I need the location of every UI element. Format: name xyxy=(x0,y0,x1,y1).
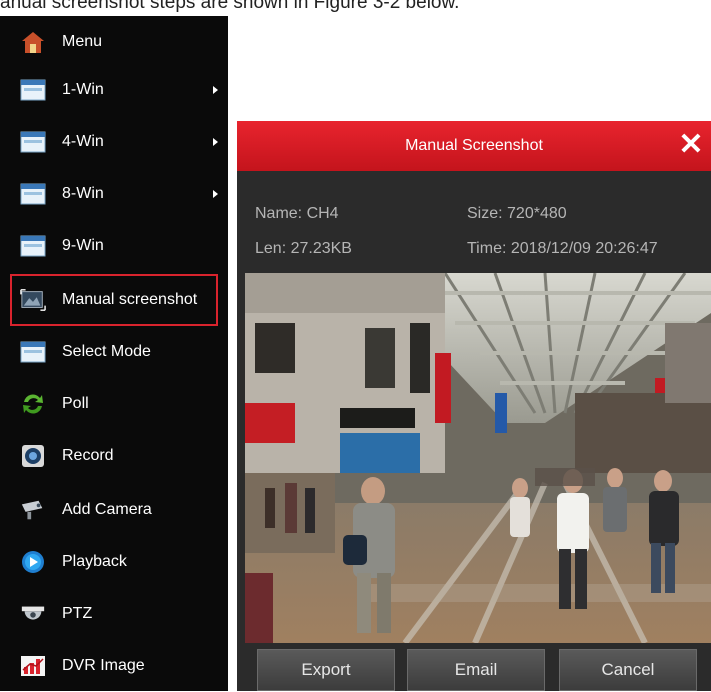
menu-item-dvr-image[interactable]: DVR Image xyxy=(0,640,228,692)
menu-item-4-win[interactable]: 4-Win xyxy=(0,116,228,168)
menu-item-add-camera[interactable]: Add Camera xyxy=(0,484,228,536)
camera-icon xyxy=(20,497,46,523)
capture-time: Time: 2018/12/09 20:26:47 xyxy=(467,240,658,257)
dialog-title: Manual Screenshot xyxy=(405,137,543,154)
manual-screenshot-dialog: Manual Screenshot ✕ Name: CH4 Size: 720*… xyxy=(237,121,711,691)
record-icon xyxy=(20,443,46,469)
menu-item-label: Select Mode xyxy=(62,343,151,360)
menu-item-label: Record xyxy=(62,447,114,464)
refresh-icon xyxy=(20,391,46,417)
menu-item-label: 4-Win xyxy=(62,133,104,150)
menu-item-manual-screenshot[interactable]: Manual screenshot xyxy=(10,274,218,326)
menu-item-label: Poll xyxy=(62,395,89,412)
menu-item-record[interactable]: Record xyxy=(0,430,228,482)
image-size: Size: 720*480 xyxy=(467,205,567,222)
menu-item-label: Add Camera xyxy=(62,501,152,518)
menu-item-label: Playback xyxy=(62,553,127,570)
channel-name: Name: CH4 xyxy=(255,205,339,222)
chart-icon xyxy=(20,653,46,679)
window-icon xyxy=(20,77,46,103)
window-icon xyxy=(20,181,46,207)
close-icon[interactable]: ✕ xyxy=(677,130,705,160)
window-icon xyxy=(20,233,46,259)
dialog-header: Manual Screenshot ✕ xyxy=(237,121,711,171)
menu-item-menu[interactable]: Menu xyxy=(0,16,228,68)
file-length: Len: 27.23KB xyxy=(255,240,352,257)
menu-item-ptz[interactable]: PTZ xyxy=(0,588,228,640)
document-caption: anual screenshot steps are shown in Figu… xyxy=(0,0,460,13)
menu-item-label: Menu xyxy=(62,33,103,50)
playback-icon xyxy=(20,549,46,575)
menu-item-poll[interactable]: Poll xyxy=(0,378,228,430)
submenu-arrow-icon xyxy=(213,86,218,94)
screenshot-preview-image xyxy=(245,273,711,643)
screenshot-icon xyxy=(20,287,46,313)
menu-item-label: Manual screenshot xyxy=(62,291,198,308)
context-menu: Menu 1-Win 4-Win 8-Win 9-Win Manual scre… xyxy=(0,16,228,691)
menu-item-9-win[interactable]: 9-Win xyxy=(0,220,228,272)
menu-item-label: PTZ xyxy=(62,605,93,622)
menu-item-label: 9-Win xyxy=(62,237,104,254)
menu-item-select-mode[interactable]: Select Mode xyxy=(0,326,228,378)
window-icon xyxy=(20,339,46,365)
home-icon xyxy=(20,29,46,55)
dome-camera-icon xyxy=(20,601,46,627)
submenu-arrow-icon xyxy=(213,138,218,146)
menu-item-playback[interactable]: Playback xyxy=(0,536,228,588)
menu-item-8-win[interactable]: 8-Win xyxy=(0,168,228,220)
cancel-button[interactable]: Cancel xyxy=(559,649,697,691)
menu-item-label: DVR Image xyxy=(62,657,145,674)
export-button[interactable]: Export xyxy=(257,649,395,691)
submenu-arrow-icon xyxy=(213,190,218,198)
menu-item-1-win[interactable]: 1-Win xyxy=(0,64,228,116)
menu-item-label: 8-Win xyxy=(62,185,104,202)
email-button[interactable]: Email xyxy=(407,649,545,691)
window-icon xyxy=(20,129,46,155)
menu-item-label: 1-Win xyxy=(62,81,104,98)
